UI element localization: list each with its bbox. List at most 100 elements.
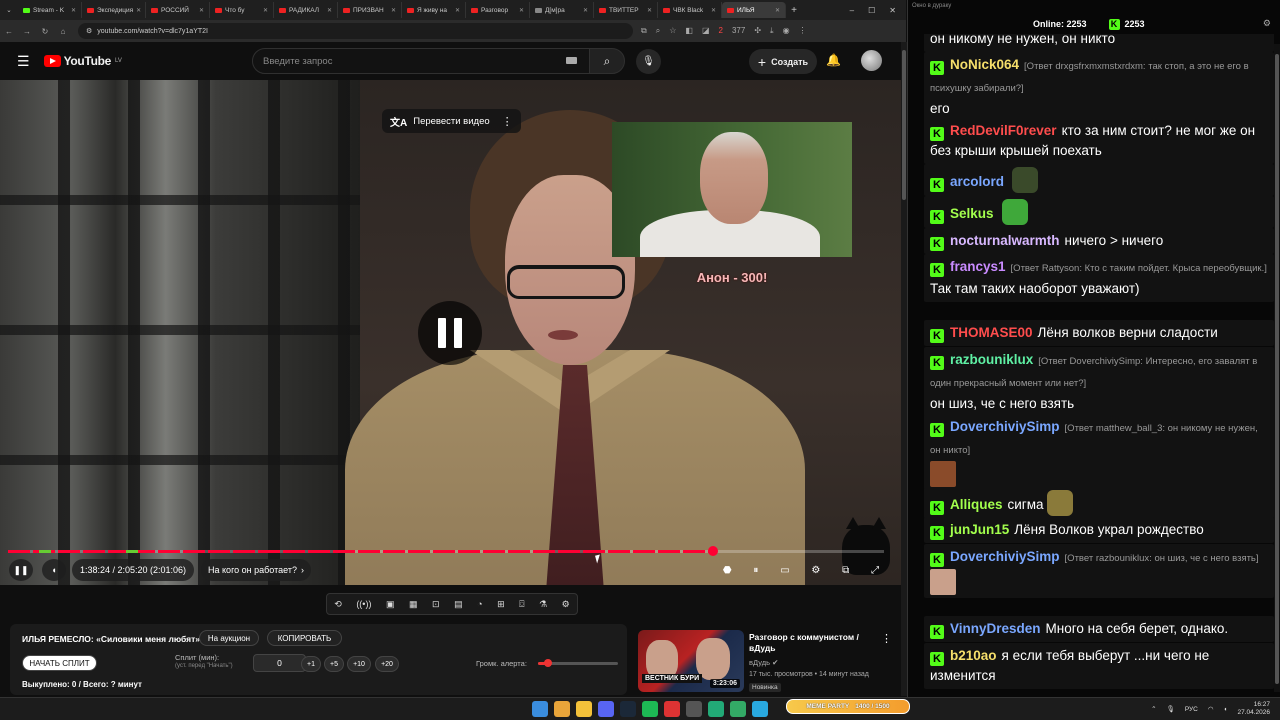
sponsorblock-icon[interactable]: ⬣ [723, 565, 732, 576]
close-tab-icon[interactable]: ✕ [455, 7, 460, 14]
close-tab-icon[interactable]: ✕ [519, 7, 524, 14]
profile-icon[interactable]: ◉ [783, 26, 790, 36]
extension-icon[interactable]: ◧ [685, 26, 693, 36]
new-tab-button[interactable]: + [786, 5, 802, 16]
browser-tab[interactable]: РОССИЙ ✕ [146, 2, 210, 18]
screenshot-icon[interactable]: ⌼ [519, 599, 524, 610]
app-icon[interactable] [730, 701, 746, 717]
pause-extension-icon[interactable]: ⏸ [753, 565, 758, 576]
chat-username[interactable]: Alliques [950, 497, 1003, 512]
browser-tab[interactable]: Экспедиция ✕ [82, 2, 146, 18]
browser-tab[interactable]: Stream - K ✕ [18, 2, 82, 18]
app-icon[interactable] [664, 701, 680, 717]
miniplayer-icon[interactable]: ⧉ [842, 565, 849, 576]
clock[interactable]: 16:27 27.04.2026 [1237, 701, 1270, 717]
minimize-icon[interactable]: – [850, 6, 854, 15]
recommended-video[interactable]: ВЕСТНИК БУРИ 3:23:06 Разговор с коммунис… [638, 630, 898, 696]
browser-tab[interactable]: ЧВК Black ✕ [658, 2, 722, 18]
chat-username[interactable]: RedDevilF0rever [950, 123, 1057, 138]
scrollbar-thumb[interactable] [1275, 54, 1279, 684]
chat-username[interactable]: DoverchiviySimp [950, 549, 1060, 564]
chat-username[interactable]: VinnyDresden [950, 621, 1041, 636]
close-tab-icon[interactable]: ✕ [391, 7, 396, 14]
add-20-button[interactable]: +20 [375, 656, 399, 672]
channel-name[interactable]: вДудь ✔ [749, 658, 778, 667]
subtitles-icon[interactable]: ▭ [780, 565, 789, 576]
chat-username[interactable]: razbouniklux [950, 352, 1033, 367]
spotify-app-icon[interactable] [642, 701, 658, 717]
close-tab-icon[interactable]: ✕ [71, 7, 76, 14]
chat-username[interactable]: Selkus [950, 206, 994, 221]
loop-icon[interactable]: ⟲ [334, 599, 342, 610]
puzzle-icon[interactable]: ✣ [754, 26, 761, 36]
back-icon[interactable]: ← [0, 27, 18, 36]
lang-indicator[interactable]: РУС [1185, 706, 1198, 713]
recommended-title[interactable]: Разговор с коммунистом / вДудь [749, 632, 869, 654]
chat-scrollbar[interactable] [1274, 44, 1280, 692]
create-button[interactable]: + Создать [749, 49, 817, 74]
extension-badge[interactable]: 2 [719, 26, 723, 36]
chat-username[interactable]: junJun15 [950, 522, 1009, 537]
chat-username[interactable]: francys1 [950, 259, 1006, 274]
close-tab-icon[interactable]: ✕ [775, 7, 780, 14]
browser-tab[interactable]: Я живу на ✕ [402, 2, 466, 18]
browser-app-icon[interactable] [554, 701, 570, 717]
video-settings-icon[interactable]: ▣ [386, 599, 395, 610]
chevron-up-icon[interactable]: ⌃ [1151, 705, 1156, 713]
close-tab-icon[interactable]: ✕ [136, 7, 141, 14]
mic-tray-icon[interactable]: 🎙 [1167, 705, 1175, 713]
close-tab-icon[interactable]: ✕ [647, 7, 652, 14]
voice-search-button[interactable]: 🎙 [636, 49, 661, 74]
account-avatar[interactable] [861, 50, 882, 71]
gear-icon[interactable]: ⚙ [562, 599, 570, 610]
meme-party-widget[interactable]: MEME PARTY 1400 / 1500 [786, 699, 910, 714]
app-icon[interactable] [708, 701, 724, 717]
browser-tab[interactable]: ИЛЬЯ ✕ [722, 2, 786, 18]
explorer-app-icon[interactable] [576, 701, 592, 717]
pause-button[interactable]: ❚❚ [9, 559, 33, 581]
speed-icon[interactable]: ◔ [477, 599, 482, 609]
video-thumbnail[interactable]: ВЕСТНИК БУРИ 3:23:06 [638, 630, 744, 692]
browser-tab[interactable]: ПРИЗВАН ✕ [338, 2, 402, 18]
fullscreen-icon[interactable]: ⤢ [871, 565, 879, 576]
app-icon[interactable] [686, 701, 702, 717]
scrollbar-thumb[interactable] [902, 50, 906, 200]
chapter-button[interactable]: На кого он работает? › [201, 559, 311, 581]
film-icon[interactable]: ▦ [409, 599, 418, 610]
network-icon[interactable]: ◠ [1208, 705, 1214, 713]
search-input[interactable]: Введите запрос [252, 48, 592, 74]
close-tab-icon[interactable]: ✕ [199, 7, 204, 14]
tab-search-icon[interactable]: ⌄ [0, 6, 18, 14]
browser-tab[interactable]: Разговор ✕ [466, 2, 530, 18]
copy-button[interactable]: КОПИРОВАТЬ [267, 630, 342, 646]
lab-flask-icon[interactable]: ⚗ [539, 599, 547, 610]
broadcast-icon[interactable]: ((•)) [356, 599, 371, 609]
pause-overlay-icon[interactable] [418, 301, 482, 365]
maximize-icon[interactable]: ☐ [868, 6, 875, 15]
bookmark-star-icon[interactable]: ☆ [669, 26, 676, 36]
split-minutes-input[interactable]: 0 [253, 654, 306, 672]
steam-app-icon[interactable] [620, 701, 636, 717]
browser-tab[interactable]: Д[м]ра ✕ [530, 2, 594, 18]
speaker-icon[interactable]: ◖ [1224, 706, 1228, 713]
add-5-button[interactable]: +5 [324, 656, 344, 672]
address-bar[interactable]: ⚙ youtube.com/watch?v=dlc7y1aYT2I [78, 23, 633, 39]
youtube-logo[interactable]: YouTube LV [43, 54, 122, 68]
close-tab-icon[interactable]: ✕ [327, 7, 332, 14]
chat-username[interactable]: THOMASE00 [950, 325, 1033, 340]
volume-button[interactable]: ◖ [42, 559, 66, 581]
zoom-icon[interactable]: ⌕ [656, 26, 660, 36]
chat-username[interactable]: nocturnalwarmth [950, 233, 1060, 248]
telegram-app-icon[interactable] [752, 701, 768, 717]
browser-tab[interactable]: Что бу ✕ [210, 2, 274, 18]
home-icon[interactable]: ⌂ [54, 27, 72, 36]
start-menu-icon[interactable] [532, 701, 548, 717]
reload-icon[interactable]: ↻ [36, 27, 54, 36]
close-tab-icon[interactable]: ✕ [263, 7, 268, 14]
start-split-button[interactable]: НАЧАТЬ СПЛИТ [22, 655, 97, 671]
chat-username[interactable]: DoverchiviySimp [950, 419, 1060, 434]
browser-tab[interactable]: ТВИТТЕР ✕ [594, 2, 658, 18]
menu-dots-icon[interactable]: ⋮ [799, 26, 807, 36]
forward-icon[interactable]: → [18, 27, 36, 36]
video-player[interactable]: Анон - 300! 文A Перевести видео ⋮ ❚❚ ◖ 1:… [0, 80, 901, 585]
